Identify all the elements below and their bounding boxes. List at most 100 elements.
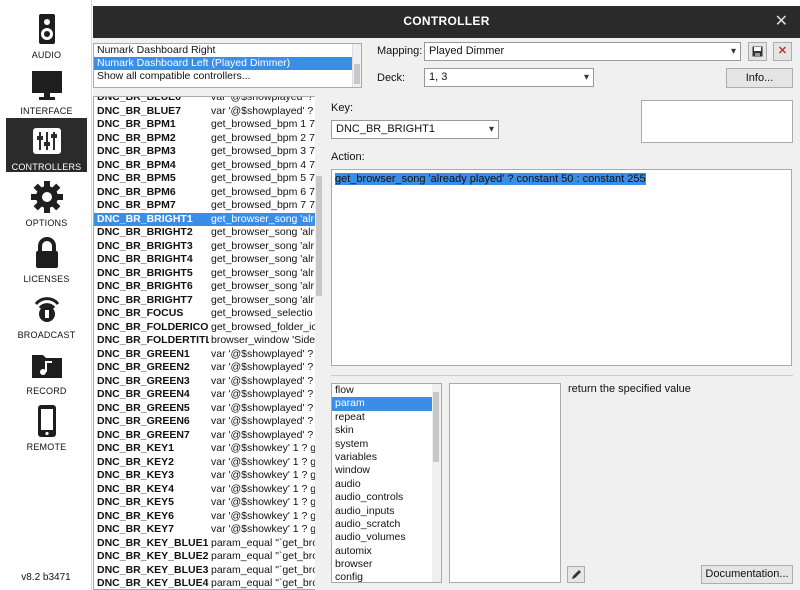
table-row[interactable]: DNC_BR_KEY_BLUE1 param_equal "`get_bro [94, 537, 322, 551]
sidebar-item-label: LICENSES [23, 274, 70, 284]
delete-button[interactable]: ✕ [773, 42, 792, 61]
key-name: DNC_BR_BPM2 [97, 131, 176, 144]
broadcast-icon [34, 297, 59, 322]
list-item[interactable]: audio_scratch [332, 518, 441, 531]
sidebar-item-label: OPTIONS [25, 218, 68, 228]
key-list[interactable]: DNC_BR_BLUE6 var '@$showplayed' ? DNC_BR_B… [93, 96, 323, 590]
sidebar-item-interface[interactable]: INTERFACE [6, 62, 87, 116]
sidebar-item-licenses[interactable]: LICENSES [6, 230, 87, 284]
list-item[interactable]: repeat [332, 411, 441, 424]
table-row[interactable]: DNC_BR_KEY3 var '@$showkey' 1 ? ge [94, 469, 322, 483]
table-row[interactable]: DNC_BR_BPM6 get_browsed_bpm 6 7 [94, 186, 322, 200]
table-row[interactable]: DNC_BR_KEY6 var '@$showkey' 1 ? ge [94, 510, 322, 524]
table-row[interactable]: DNC_BR_BRIGHT7 get_browser_song 'alr [94, 294, 322, 308]
key-name: DNC_BR_BPM7 [97, 199, 176, 211]
table-row[interactable]: DNC_BR_FOLDERICON get_browsed_folder_ic [94, 321, 322, 335]
table-row[interactable]: DNC_BR_GREEN2 var '@$showplayed' ? [94, 361, 322, 375]
sidebar-item-record[interactable]: RECORD [6, 342, 87, 396]
table-row[interactable]: DNC_BR_BPM1 get_browsed_bpm 1 7 [94, 118, 322, 132]
table-row[interactable]: DNC_BR_BPM7 get_browsed_bpm 7 7 [94, 199, 322, 213]
table-row[interactable]: DNC_BR_BRIGHT2 get_browser_song 'alr [94, 226, 322, 240]
table-row[interactable]: DNC_BR_GREEN1 var '@$showplayed' ? [94, 348, 322, 362]
table-row[interactable]: DNC_BR_BRIGHT3 get_browser_song 'alr [94, 240, 322, 254]
sidebar-item-broadcast[interactable]: BROADCAST [6, 286, 87, 340]
list-item[interactable]: skin [332, 424, 441, 437]
key-action: get_browsed_bpm 1 7 [211, 118, 315, 130]
function-list[interactable] [449, 383, 561, 583]
documentation-button[interactable]: Documentation... [701, 565, 793, 584]
sidebar-item-options[interactable]: OPTIONS [6, 174, 87, 228]
table-row[interactable]: DNC_BR_BPM4 get_browsed_bpm 4 7 [94, 159, 322, 173]
list-item[interactable]: Numark Dashboard Left (Played Dimmer) [94, 57, 361, 70]
table-row[interactable]: DNC_BR_GREEN3 var '@$showplayed' ? [94, 375, 322, 389]
list-item[interactable]: audio_inputs [332, 505, 441, 518]
list-item[interactable]: Numark Dashboard Right [94, 44, 361, 57]
table-row[interactable]: DNC_BR_KEY4 var '@$showkey' 1 ? ge [94, 483, 322, 497]
table-row[interactable]: DNC_BR_FOLDERTITLE browser_window 'Side [94, 334, 322, 348]
table-row[interactable]: DNC_BR_BRIGHT4 get_browser_song 'alr [94, 253, 322, 267]
key-name: DNC_BR_BLUE6 [97, 96, 182, 103]
table-row[interactable]: DNC_BR_BPM5 get_browsed_bpm 5 7 [94, 172, 322, 186]
key-action: get_browsed_bpm 4 7 [211, 158, 315, 171]
list-item[interactable]: flow [332, 384, 441, 397]
table-row[interactable]: DNC_BR_BPM3 get_browsed_bpm 3 7 [94, 145, 322, 159]
scrollbar[interactable] [315, 96, 324, 590]
list-item[interactable]: audio_controls [332, 491, 441, 504]
list-item[interactable]: param [332, 397, 441, 411]
sidebar-item-label: REMOTE [26, 442, 67, 452]
controller-list[interactable]: Numark Dashboard Right Numark Dashboard … [93, 43, 362, 88]
category-list[interactable]: flow param repeat skin system variables window… [331, 383, 442, 583]
table-row[interactable]: DNC_BR_KEY_BLUE4 param_equal "`get_bro [94, 577, 322, 589]
list-item[interactable]: config [332, 571, 441, 582]
table-row[interactable]: DNC_BR_KEY2 var '@$showkey' 1 ? ge [94, 456, 322, 470]
sidebar-item-controllers[interactable]: CONTROLLERS [6, 118, 87, 172]
table-row[interactable]: DNC_BR_KEY5 var '@$showkey' 1 ? ge [94, 496, 322, 510]
table-row[interactable]: DNC_BR_GREEN7 var '@$showplayed' ? [94, 429, 322, 443]
scrollbar[interactable] [432, 384, 441, 582]
save-button[interactable] [748, 42, 767, 61]
key-name: DNC_BR_GREEN5 [97, 401, 190, 414]
table-row[interactable]: DNC_BR_FOCUS get_browsed_selectio [94, 307, 322, 321]
table-row[interactable]: DNC_BR_KEY1 var '@$showkey' 1 ? ge [94, 442, 322, 456]
list-item[interactable]: variables [332, 451, 441, 464]
info-button[interactable]: Info... [726, 68, 793, 88]
key-action: get_browsed_folder_ic [211, 320, 317, 333]
key-name: DNC_BR_KEY5 [97, 496, 175, 508]
table-row[interactable]: DNC_BR_BRIGHT1 get_browser_song 'alr [94, 212, 322, 226]
action-editor[interactable]: get_browser_song 'already played' ? cons… [331, 169, 792, 366]
deck-label: Deck: [377, 72, 406, 84]
table-row[interactable]: DNC_BR_KEY7 var '@$showkey' 1 ? ge [94, 523, 322, 537]
table-row[interactable]: DNC_BR_KEY_BLUE2 param_equal "`get_bro [94, 550, 322, 564]
list-item[interactable]: audio [332, 478, 441, 491]
scrollbar-thumb[interactable] [354, 64, 360, 84]
key-name: DNC_BR_KEY4 [97, 482, 175, 495]
close-icon[interactable]: ✕ [775, 11, 788, 31]
list-item[interactable]: browser [332, 558, 441, 571]
key-action: get_browser_song 'alr [211, 253, 314, 265]
key-action: param_equal "`get_bro [211, 563, 319, 576]
list-item[interactable]: window [332, 464, 441, 477]
table-row[interactable]: DNC_BR_BRIGHT6 get_browser_song 'alr [94, 280, 322, 294]
edit-button[interactable] [567, 566, 585, 583]
list-item[interactable]: automix [332, 545, 441, 558]
table-row[interactable]: DNC_BR_BLUE7 var '@$showplayed' ? [94, 105, 322, 119]
table-row[interactable]: DNC_BR_GREEN5 var '@$showplayed' ? [94, 402, 322, 416]
key-description-box [641, 100, 793, 143]
table-row[interactable]: DNC_BR_BPM2 get_browsed_bpm 2 7 [94, 132, 322, 146]
table-row[interactable]: DNC_BR_BLUE6 var '@$showplayed' ? [94, 96, 322, 105]
scrollbar[interactable] [352, 44, 361, 87]
list-item[interactable]: system [332, 438, 441, 451]
sidebar-item-audio[interactable]: AUDIO [6, 6, 87, 60]
key-select[interactable]: DNC_BR_BRIGHT1 ▾ [331, 120, 499, 139]
list-item[interactable]: audio_volumes [332, 531, 441, 544]
table-row[interactable]: DNC_BR_GREEN4 var '@$showplayed' ? [94, 388, 322, 402]
table-row[interactable]: DNC_BR_BRIGHT5 get_browser_song 'alr [94, 267, 322, 281]
table-row[interactable]: DNC_BR_GREEN6 var '@$showplayed' ? [94, 415, 322, 429]
sidebar-item-remote[interactable]: REMOTE [6, 398, 87, 452]
scrollbar-thumb[interactable] [316, 176, 322, 296]
table-row[interactable]: DNC_BR_KEY_BLUE3 param_equal "`get_bro [94, 564, 322, 578]
mapping-select[interactable]: Played Dimmer ▾ [424, 42, 741, 61]
deck-select[interactable]: 1, 3 ▾ [424, 68, 594, 87]
scrollbar-thumb[interactable] [433, 392, 439, 462]
list-item[interactable]: Show all compatible controllers... [94, 70, 361, 83]
